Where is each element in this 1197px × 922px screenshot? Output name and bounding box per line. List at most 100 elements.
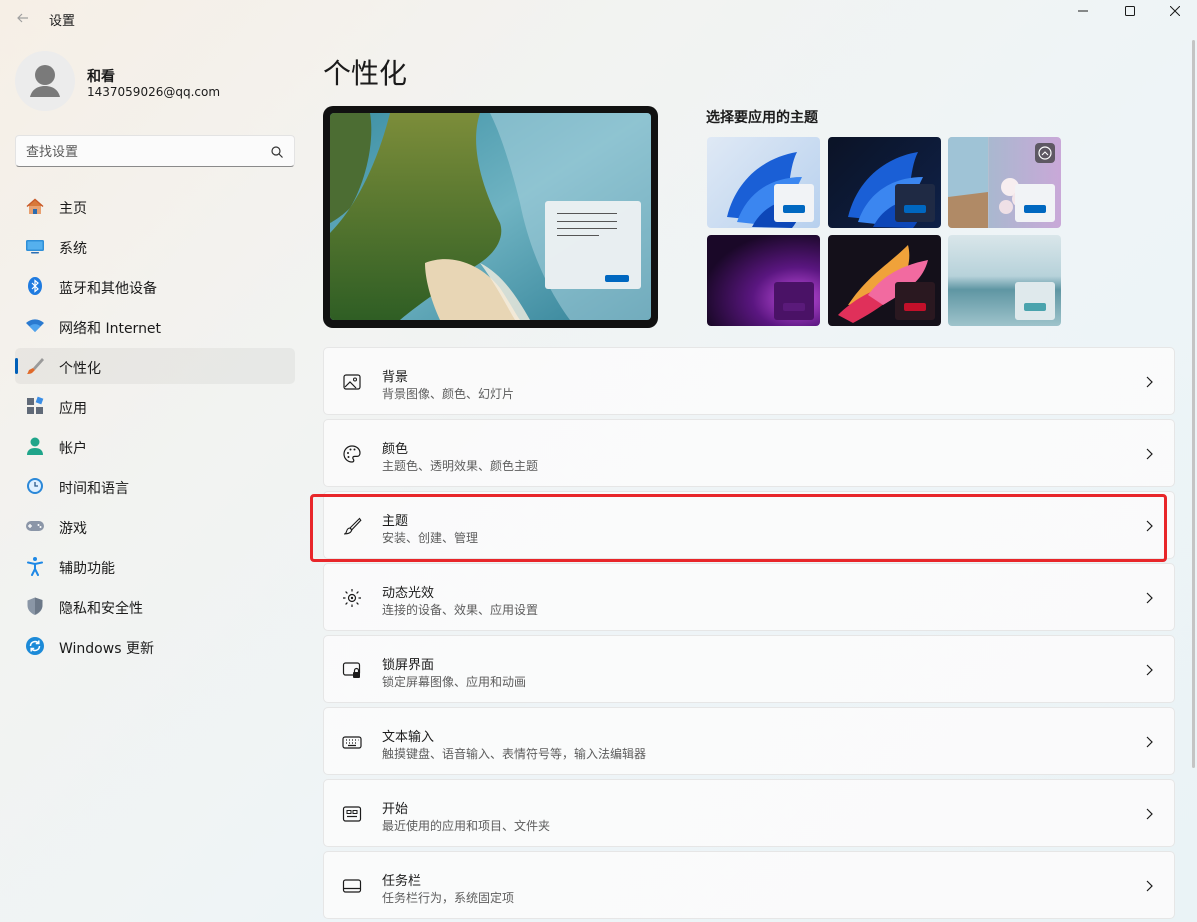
sidebar-item-gaming[interactable]: 游戏 bbox=[15, 508, 295, 544]
accessibility-icon bbox=[27, 557, 43, 576]
sidebar-item-label: 时间和语言 bbox=[59, 481, 129, 497]
maximize-button[interactable] bbox=[1107, 0, 1153, 22]
scrollbar[interactable] bbox=[1192, 40, 1195, 768]
lock-screen-icon bbox=[342, 662, 361, 678]
sidebar-item-home[interactable]: 主页 bbox=[15, 188, 295, 224]
setting-card-lock-screen[interactable]: 锁屏界面 锁定屏幕图像、应用和动画 bbox=[323, 635, 1175, 703]
close-icon bbox=[1170, 6, 1180, 16]
brush-icon bbox=[27, 358, 44, 374]
card-title: 开始 bbox=[382, 802, 409, 817]
avatar[interactable] bbox=[15, 51, 75, 111]
sidebar-item-label: 蓝牙和其他设备 bbox=[59, 281, 157, 297]
gamepad-icon bbox=[26, 521, 44, 531]
card-subtitle: 触摸键盘、语音输入、表情符号等，输入法编辑器 bbox=[382, 747, 647, 761]
theme-tile-flow[interactable] bbox=[948, 235, 1061, 326]
theme-grid bbox=[707, 137, 1061, 327]
card-title: 主题 bbox=[382, 514, 409, 529]
sidebar-item-label: 主页 bbox=[59, 201, 87, 217]
sidebar-item-system[interactable]: 系统 bbox=[15, 228, 295, 264]
sidebar-item-label: 帐户 bbox=[59, 441, 87, 457]
sidebar-item-label: 个性化 bbox=[59, 361, 101, 377]
start-icon bbox=[342, 806, 362, 822]
shield-icon bbox=[27, 597, 43, 615]
sidebar-item-windows-update[interactable]: Windows 更新 bbox=[15, 628, 295, 664]
minimize-icon bbox=[1078, 10, 1088, 12]
chevron-right-icon bbox=[1146, 664, 1153, 676]
sidebar-item-label: 隐私和安全性 bbox=[59, 601, 143, 617]
sidebar-nav: 主页 系统 蓝牙和其他设备 网络和 Internet 个性化 应用 帐户 时间和… bbox=[15, 188, 295, 668]
home-icon bbox=[26, 198, 44, 214]
card-title: 任务栏 bbox=[382, 874, 422, 889]
title-bar: 设置 bbox=[0, 0, 1197, 36]
sidebar-item-label: 应用 bbox=[59, 401, 87, 417]
update-icon bbox=[26, 637, 44, 655]
chevron-right-icon bbox=[1146, 736, 1153, 748]
card-title: 动态光效 bbox=[382, 586, 435, 601]
chevron-right-icon bbox=[1146, 592, 1153, 604]
maximize-icon bbox=[1125, 6, 1135, 16]
picture-icon bbox=[343, 374, 361, 390]
card-title: 颜色 bbox=[382, 442, 409, 457]
apps-icon bbox=[27, 396, 44, 414]
chevron-right-icon bbox=[1146, 808, 1153, 820]
search-box[interactable] bbox=[15, 135, 295, 167]
brush-icon bbox=[343, 517, 362, 535]
chevron-right-icon bbox=[1146, 448, 1153, 460]
back-arrow-icon bbox=[17, 13, 28, 23]
sidebar-item-bluetooth[interactable]: 蓝牙和其他设备 bbox=[15, 268, 295, 304]
close-button[interactable] bbox=[1152, 0, 1197, 22]
app-title: 设置 bbox=[49, 14, 76, 29]
sidebar-item-personalization[interactable]: 个性化 bbox=[15, 348, 295, 384]
theme-tile-spotlight[interactable] bbox=[948, 137, 1061, 228]
preview-wallpaper bbox=[330, 113, 651, 320]
sidebar-item-label: 游戏 bbox=[59, 521, 87, 537]
sidebar-item-label: 网络和 Internet bbox=[59, 321, 162, 337]
taskbar-icon bbox=[342, 879, 362, 893]
minimize-button[interactable] bbox=[1060, 0, 1106, 22]
preview-window bbox=[545, 201, 641, 289]
account-icon bbox=[27, 437, 43, 455]
card-subtitle: 锁定屏幕图像、应用和动画 bbox=[382, 675, 527, 689]
setting-card-start[interactable]: 开始 最近使用的应用和项目、文件夹 bbox=[323, 779, 1175, 847]
theme-tile-captured-motion[interactable] bbox=[828, 235, 941, 326]
sidebar-item-accounts[interactable]: 帐户 bbox=[15, 428, 295, 464]
theme-tile-glow[interactable] bbox=[707, 235, 820, 326]
setting-card-background[interactable]: 背景 背景图像、颜色、幻灯片 bbox=[323, 347, 1175, 415]
setting-card-colors[interactable]: 颜色 主题色、透明效果、颜色主题 bbox=[323, 419, 1175, 487]
sidebar-item-apps[interactable]: 应用 bbox=[15, 388, 295, 424]
search-input[interactable] bbox=[26, 142, 266, 162]
sidebar-item-privacy[interactable]: 隐私和安全性 bbox=[15, 588, 295, 624]
card-subtitle: 安装、创建、管理 bbox=[382, 531, 479, 545]
user-name: 和看 bbox=[87, 69, 115, 85]
card-subtitle: 主题色、透明效果、颜色主题 bbox=[382, 459, 539, 473]
sidebar-item-network[interactable]: 网络和 Internet bbox=[15, 308, 295, 344]
chevron-right-icon bbox=[1146, 880, 1153, 892]
system-icon bbox=[26, 240, 44, 254]
card-title: 文本输入 bbox=[382, 730, 435, 745]
user-silhouette-icon bbox=[30, 65, 60, 97]
page-title: 个性化 bbox=[323, 57, 408, 90]
bluetooth-icon bbox=[28, 277, 42, 295]
card-subtitle: 最近使用的应用和项目、文件夹 bbox=[382, 819, 551, 833]
keyboard-icon bbox=[342, 736, 362, 749]
search-icon[interactable] bbox=[270, 145, 284, 159]
chevron-right-icon bbox=[1146, 520, 1153, 532]
card-title: 锁屏界面 bbox=[382, 658, 435, 673]
themes-title: 选择要应用的主题 bbox=[706, 110, 818, 126]
palette-icon bbox=[343, 445, 361, 463]
time-language-icon bbox=[27, 478, 43, 494]
theme-tile-windows-light[interactable] bbox=[707, 137, 820, 228]
sidebar-item-accessibility[interactable]: 辅助功能 bbox=[15, 548, 295, 584]
user-email: 1437059026@qq.com bbox=[87, 85, 221, 99]
setting-card-dynamic-lighting[interactable]: 动态光效 连接的设备、效果、应用设置 bbox=[323, 563, 1175, 631]
setting-card-themes[interactable]: 主题 安装、创建、管理 bbox=[323, 491, 1175, 559]
card-subtitle: 背景图像、颜色、幻灯片 bbox=[382, 387, 515, 401]
sidebar-item-time-language[interactable]: 时间和语言 bbox=[15, 468, 295, 504]
back-button[interactable] bbox=[10, 6, 36, 30]
setting-card-taskbar[interactable]: 任务栏 任务栏行为，系统固定项 bbox=[323, 851, 1175, 919]
wifi-icon bbox=[26, 319, 44, 332]
setting-card-text-input[interactable]: 文本输入 触摸键盘、语音输入、表情符号等，输入法编辑器 bbox=[323, 707, 1175, 775]
sidebar-item-label: 系统 bbox=[59, 241, 87, 257]
theme-tile-windows-dark[interactable] bbox=[828, 137, 941, 228]
chevron-right-icon bbox=[1146, 376, 1153, 388]
